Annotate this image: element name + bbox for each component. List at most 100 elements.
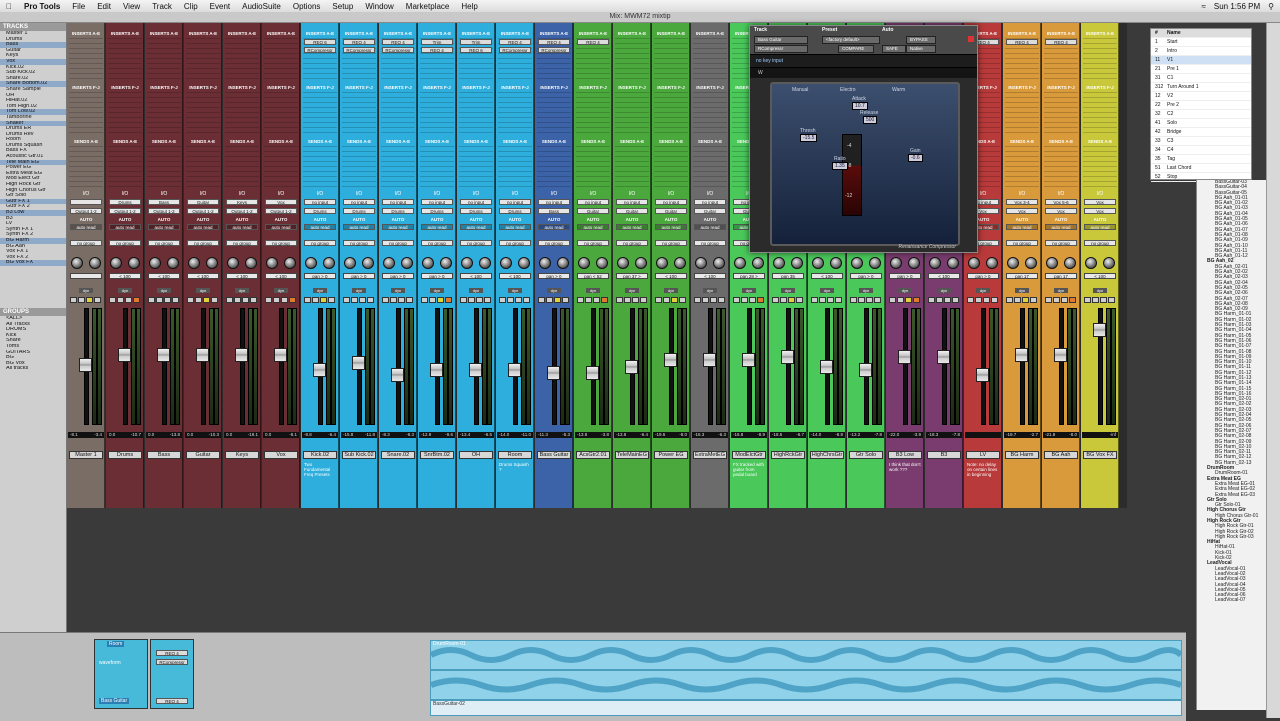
track-name[interactable]: AcsGtr2.01 bbox=[576, 451, 610, 459]
output-selector[interactable]: Output 1-2 bbox=[226, 208, 258, 214]
track-name[interactable]: Bass bbox=[147, 451, 181, 459]
input-selector[interactable]: no input bbox=[577, 199, 609, 205]
input-selector[interactable]: no input bbox=[382, 199, 414, 205]
track-comment[interactable] bbox=[147, 461, 181, 507]
input-monitor-button[interactable] bbox=[975, 297, 982, 303]
input-selector[interactable]: Bass bbox=[148, 199, 180, 205]
pan-knob-left[interactable] bbox=[188, 257, 200, 269]
inserts-fj-slots[interactable] bbox=[69, 92, 103, 134]
pan-value[interactable]: < 100 bbox=[1084, 273, 1116, 279]
solo-button[interactable] bbox=[944, 297, 951, 303]
track-name[interactable]: Vox bbox=[264, 451, 298, 459]
edit-insert-2[interactable]: RCompressr bbox=[156, 659, 188, 665]
inserts-fj-slots[interactable] bbox=[381, 92, 415, 134]
pan-knob-left[interactable] bbox=[812, 257, 824, 269]
track-comment[interactable] bbox=[810, 461, 844, 507]
inserts-fj-slots[interactable] bbox=[342, 92, 376, 134]
input-monitor-button[interactable] bbox=[1014, 297, 1021, 303]
volume-fader[interactable] bbox=[1093, 323, 1106, 337]
insert-slot-1[interactable]: Trim bbox=[421, 39, 453, 45]
pan-knob-left[interactable] bbox=[500, 257, 512, 269]
record-button[interactable] bbox=[460, 297, 467, 303]
automation-mode[interactable]: auto read bbox=[460, 224, 492, 230]
solo-button[interactable] bbox=[320, 297, 327, 303]
pan-knob-right[interactable] bbox=[830, 257, 842, 269]
pan-value[interactable]: < 100 bbox=[811, 273, 843, 279]
group-selector[interactable]: no group bbox=[577, 240, 609, 246]
menu-view[interactable]: View bbox=[117, 2, 146, 11]
group-selector[interactable]: no group bbox=[187, 240, 219, 246]
track-name[interactable]: Room bbox=[498, 451, 532, 459]
track-comment[interactable] bbox=[1083, 461, 1117, 507]
marker-row[interactable]: 51 Last Chord bbox=[1151, 164, 1251, 173]
input-monitor-button[interactable] bbox=[273, 297, 280, 303]
output-selector[interactable]: Guitar bbox=[616, 208, 648, 214]
track-comment[interactable] bbox=[342, 461, 376, 507]
record-button[interactable] bbox=[109, 297, 116, 303]
inserts-fj-slots[interactable] bbox=[147, 92, 181, 134]
clip-list-item[interactable]: LeadVocal-07 bbox=[1197, 598, 1267, 604]
group-selector[interactable]: no group bbox=[70, 240, 102, 246]
group-selector[interactable]: no group bbox=[148, 240, 180, 246]
record-button[interactable] bbox=[733, 297, 740, 303]
input-selector[interactable]: no input bbox=[538, 199, 570, 205]
track-name[interactable]: B3 Low bbox=[888, 451, 922, 459]
pan-value[interactable]: < 100 bbox=[187, 273, 219, 279]
edit-track2-name[interactable]: Bass Guitar bbox=[99, 698, 130, 704]
edit-track-name[interactable]: Room bbox=[107, 641, 125, 647]
mute-button[interactable] bbox=[796, 297, 803, 303]
input-monitor-button[interactable] bbox=[858, 297, 865, 303]
menu-help[interactable]: Help bbox=[455, 2, 483, 11]
pan-knob-right[interactable] bbox=[167, 257, 179, 269]
volume-fader[interactable] bbox=[430, 363, 443, 377]
volume-fader[interactable] bbox=[508, 363, 521, 377]
pan-knob-right[interactable] bbox=[635, 257, 647, 269]
group-list-item[interactable]: All tracks bbox=[0, 366, 66, 372]
track-comment[interactable] bbox=[654, 461, 688, 507]
automation-mode[interactable]: auto read bbox=[1045, 224, 1077, 230]
inserts-fj-slots[interactable] bbox=[498, 92, 532, 134]
input-selector[interactable]: Guitar bbox=[187, 199, 219, 205]
inserts-ae-slots[interactable] bbox=[69, 38, 103, 80]
inserts-ae-slots[interactable] bbox=[225, 38, 259, 80]
input-monitor-button[interactable] bbox=[390, 297, 397, 303]
track-comment[interactable] bbox=[69, 461, 103, 507]
track-comment[interactable]: I think that don't work ??? bbox=[888, 461, 922, 507]
track-name[interactable]: BG Vox FX bbox=[1083, 451, 1117, 459]
automation-mode[interactable]: auto read bbox=[148, 224, 180, 230]
record-button[interactable] bbox=[772, 297, 779, 303]
input-selector[interactable]: no input bbox=[616, 199, 648, 205]
menu-file[interactable]: File bbox=[66, 2, 91, 11]
output-selector[interactable]: Output 1-2 bbox=[70, 208, 102, 214]
pan-knob-right[interactable] bbox=[245, 257, 257, 269]
plugin-track-selector[interactable]: Bass Guitar bbox=[754, 36, 808, 44]
pan-value[interactable]: pan > 0 bbox=[343, 273, 375, 279]
group-selector[interactable]: no group bbox=[694, 240, 726, 246]
record-button[interactable] bbox=[616, 297, 623, 303]
volume-fader[interactable] bbox=[235, 348, 248, 362]
output-selector[interactable]: Output 1-2 bbox=[265, 208, 297, 214]
pan-knob-right[interactable] bbox=[557, 257, 569, 269]
track-name[interactable]: SnrBtm.02 bbox=[420, 451, 454, 459]
record-button[interactable] bbox=[655, 297, 662, 303]
input-monitor-button[interactable] bbox=[156, 297, 163, 303]
input-selector[interactable]: no input bbox=[421, 199, 453, 205]
mute-button[interactable] bbox=[757, 297, 764, 303]
warm-label[interactable]: Warm bbox=[892, 87, 905, 93]
mute-button[interactable] bbox=[913, 297, 920, 303]
pan-value[interactable]: pan 17 bbox=[1006, 273, 1038, 279]
automation-mode[interactable]: auto read bbox=[1006, 224, 1038, 230]
compare-button[interactable]: COMPARE bbox=[838, 45, 874, 53]
marker-row[interactable]: 41 Solo bbox=[1151, 119, 1251, 128]
pan-value[interactable]: pan > 0 bbox=[421, 273, 453, 279]
track-comment[interactable] bbox=[927, 461, 961, 507]
marker-row[interactable]: 31 C1 bbox=[1151, 74, 1251, 83]
inserts-fj-slots[interactable] bbox=[108, 92, 142, 134]
track-comment[interactable] bbox=[108, 461, 142, 507]
volume-fader[interactable] bbox=[859, 363, 872, 377]
input-selector[interactable]: Vox 5-6 bbox=[1045, 199, 1077, 205]
automation-mode[interactable]: auto read bbox=[616, 224, 648, 230]
group-selector[interactable]: no group bbox=[616, 240, 648, 246]
release-value[interactable]: 500 bbox=[863, 116, 878, 124]
marker-row[interactable]: 42 Bridge bbox=[1151, 128, 1251, 137]
